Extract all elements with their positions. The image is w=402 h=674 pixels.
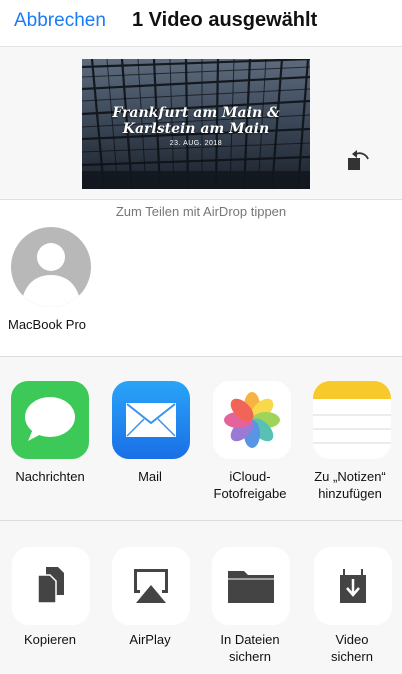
share-apps-row: Nachrichten Mail iCloud- Fotofreigabe Zu…: [0, 357, 402, 520]
action-airplay[interactable]: AirPlay: [100, 521, 200, 674]
action-label: Kopieren: [23, 632, 77, 647]
action-save-to-files[interactable]: In Dateien sichern: [200, 521, 300, 674]
copy-icon: [12, 547, 90, 625]
video-title-line-1: Frankfurt am Main &: [112, 105, 280, 121]
share-actions-row: Kopieren AirPlay In Dateien sichern Vide…: [0, 521, 402, 674]
navigation-bar: Abbrechen 1 Video ausgewählt: [0, 0, 402, 46]
app-label: Zu „Notizen“ hinzufügen: [314, 469, 386, 501]
divider: [0, 199, 402, 200]
folder-icon: [212, 547, 290, 625]
download-icon: [314, 547, 392, 625]
share-app-mail[interactable]: Mail: [100, 357, 200, 520]
app-label: iCloud- Fotofreigabe: [213, 469, 287, 501]
device-label: MacBook Pro: [8, 317, 87, 332]
page-title: 1 Video ausgewählt: [132, 9, 318, 31]
notes-icon: [313, 381, 391, 459]
app-label: Mail: [138, 469, 162, 484]
action-label: Video sichern: [331, 632, 373, 664]
video-thumbnail[interactable]: Frankfurt am Main & Karlstein am Main 23…: [82, 59, 310, 189]
action-label: In Dateien sichern: [220, 632, 280, 664]
share-app-notes[interactable]: Zu „Notizen“ hinzufügen: [300, 357, 400, 520]
photos-icon: [213, 381, 291, 459]
video-date: 23. AUG. 2018: [169, 140, 223, 147]
cancel-button[interactable]: Abbrechen: [14, 10, 106, 32]
person-avatar-icon: [11, 227, 91, 307]
video-preview-area: Frankfurt am Main & Karlstein am Main 23…: [0, 47, 402, 199]
airdrop-hint: Zum Teilen mit AirDrop tippen: [115, 204, 287, 219]
mail-icon: [112, 381, 190, 459]
rotate-icon[interactable]: [344, 145, 374, 175]
share-app-messages[interactable]: Nachrichten: [0, 357, 100, 520]
video-title-line-2: Karlstein am Main: [122, 121, 270, 137]
action-copy[interactable]: Kopieren: [0, 521, 100, 674]
share-app-icloud-photos[interactable]: iCloud- Fotofreigabe: [200, 357, 300, 520]
messages-icon: [11, 381, 89, 459]
airdrop-device-macbook-pro[interactable]: MacBook Pro: [8, 226, 98, 336]
app-label: Nachrichten: [15, 469, 85, 484]
action-label: AirPlay: [129, 632, 171, 647]
action-save-video[interactable]: Video sichern: [302, 521, 402, 674]
airplay-icon: [112, 547, 190, 625]
